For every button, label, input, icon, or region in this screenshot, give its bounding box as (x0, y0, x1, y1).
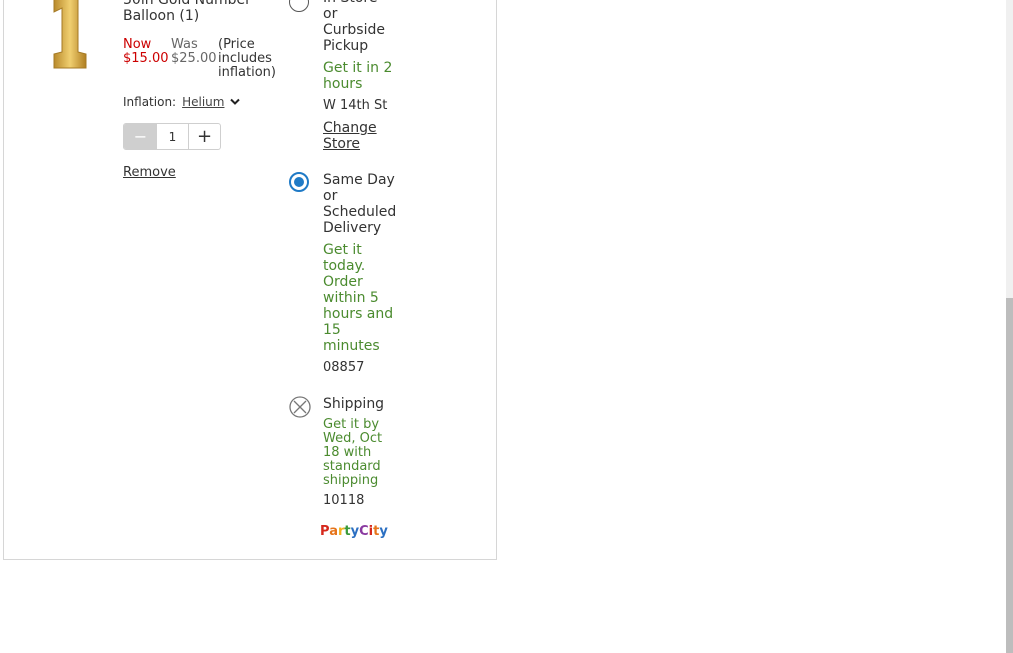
balloon-product-image (53, 0, 87, 69)
shipping-option-label[interactable]: Shipping (323, 396, 395, 412)
was-price-label: Was (171, 37, 198, 52)
remove-item-link[interactable]: Remove (123, 165, 176, 180)
delivery-availability: Get it today. Order within 5 hours and 1… (323, 242, 394, 354)
decrease-quantity-button[interactable]: − (124, 124, 157, 149)
change-store-link[interactable]: Change Store (323, 120, 395, 152)
inflation-label: Inflation: (123, 95, 177, 109)
now-price-label: Now (123, 37, 152, 52)
product-title[interactable]: 30in Gold Number Balloon (1) (123, 0, 283, 24)
delivery-radio[interactable] (289, 172, 309, 192)
inflation-value[interactable]: Helium (182, 95, 224, 109)
party-city-logo: PartyCity (320, 524, 388, 539)
pickup-availability: Get it in 2 hours (323, 60, 393, 92)
unavailable-x-icon (289, 396, 311, 418)
delivery-zip: 08857 (323, 360, 365, 375)
shipping-availability: Get it by Wed, Oct 18 with standard ship… (323, 417, 383, 488)
pickup-option-label[interactable]: In Store or Curbside Pickup (323, 0, 395, 54)
price-note: (Price includes inflation) (218, 37, 276, 80)
cart-item-card (3, 0, 497, 560)
pickup-store-name: W 14th St (323, 98, 388, 113)
inflation-selector[interactable]: Inflation: Helium (123, 95, 241, 109)
quantity-value[interactable]: 1 (157, 124, 189, 149)
increase-quantity-button[interactable]: + (189, 124, 220, 149)
shipping-zip: 10118 (323, 493, 365, 508)
delivery-option-label[interactable]: Same Day or Scheduled Delivery (323, 172, 396, 236)
quantity-stepper[interactable]: − 1 + (123, 123, 221, 150)
page-scrollbar-thumb[interactable] (1006, 298, 1013, 653)
was-price: $25.00 (171, 51, 217, 66)
chevron-down-icon[interactable] (230, 98, 241, 106)
now-price: $15.00 (123, 51, 169, 66)
